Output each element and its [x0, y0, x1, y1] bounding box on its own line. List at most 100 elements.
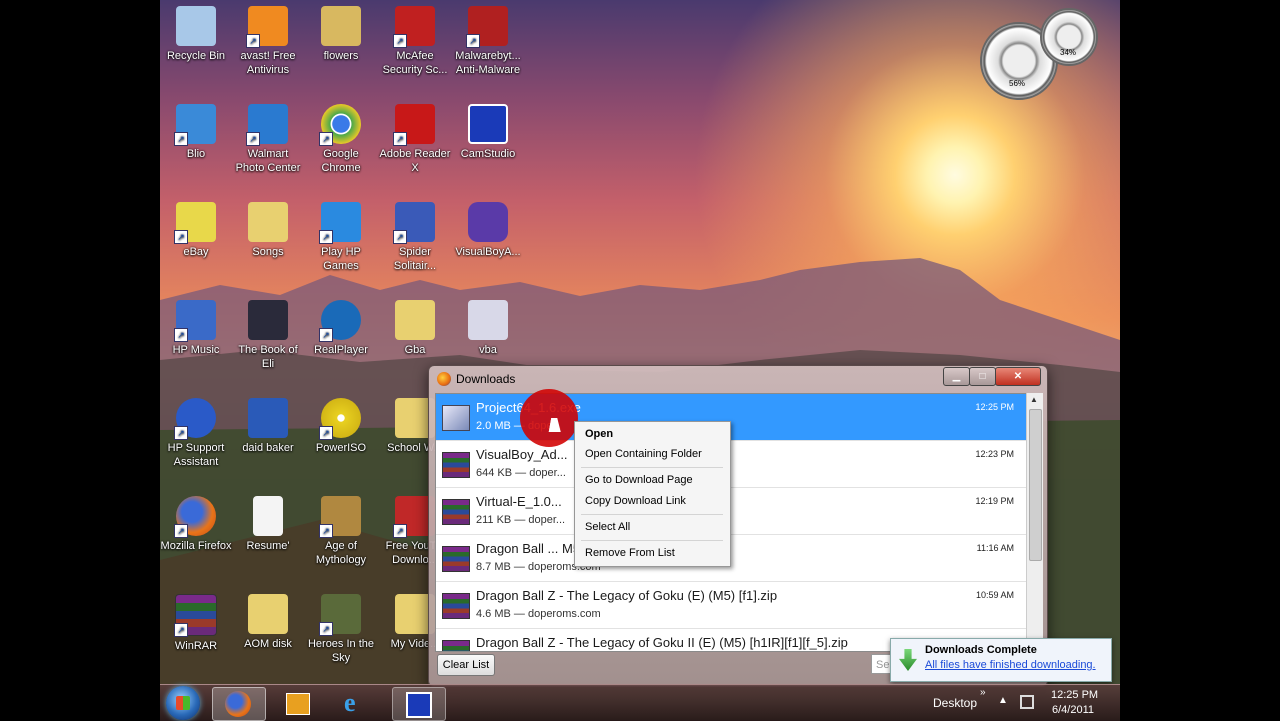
click-highlight [520, 389, 578, 447]
word-document-icon [248, 398, 288, 438]
desktop-icon-blio[interactable]: ↗ Blio [160, 104, 232, 161]
desktop-icon-hp-support[interactable]: ↗ HP Support Assistant [160, 398, 232, 469]
desktop-icon-ebay[interactable]: ↗ eBay [160, 202, 232, 259]
desktop-icon-chrome[interactable]: ↗ Google Chrome [305, 104, 377, 175]
firefox-icon: ↗ [174, 496, 216, 538]
downloads-titlebar[interactable]: Downloads ▁ □ ✕ [429, 366, 1047, 392]
show-hidden-icons-icon[interactable]: ▲ [998, 695, 1008, 706]
rar-icon [442, 640, 470, 651]
adobe-reader-icon: ↗ [393, 104, 435, 146]
desktop-icon-hp-games[interactable]: ↗ Play HP Games [305, 202, 377, 273]
download-item[interactable]: Virtual-E_1.0... 211 KB — doper... 12:19… [436, 488, 1026, 535]
start-button[interactable] [166, 686, 200, 720]
visualboy-icon [468, 202, 508, 242]
menu-separator [581, 540, 723, 541]
taskbar-camstudio[interactable] [392, 687, 446, 721]
folder-icon [248, 594, 288, 634]
malwarebytes-icon: ↗ [466, 6, 508, 48]
desktop-icon-mcafee[interactable]: ↗ McAfee Security Sc... [379, 6, 451, 77]
clock-date[interactable]: 6/4/2011 [1052, 704, 1094, 716]
scroll-thumb[interactable] [1029, 409, 1042, 561]
desktop-icon-book-of-eli[interactable]: The Book of Eli [232, 300, 304, 371]
downloads-complete-notification[interactable]: Downloads Complete All files have finish… [890, 638, 1112, 682]
desktop-icon-avast[interactable]: ↗ avast! Free Antivirus [232, 6, 304, 77]
menu-item-go-to-download-page[interactable]: Go to Download Page [585, 474, 693, 486]
menu-item-select-all[interactable]: Select All [585, 521, 630, 533]
desktop-icon-songs[interactable]: Songs [232, 202, 304, 259]
scroll-up-arrow[interactable]: ▲ [1030, 395, 1038, 404]
notification-link[interactable]: All files have finished downloading. [925, 659, 1096, 671]
menu-item-open[interactable]: Open [585, 428, 613, 440]
video-file-icon [248, 300, 288, 340]
hp-music-icon: ↗ [174, 300, 216, 342]
close-button[interactable]: ✕ [995, 367, 1041, 386]
desktop-icon-heroes-in-the-sky[interactable]: ↗ Heroes In the Sky [305, 594, 377, 665]
cpu-meter-gadget[interactable]: 56% 34% [980, 6, 1098, 100]
camstudio-icon [406, 692, 432, 718]
desktop-toolbar-label[interactable]: Desktop [933, 696, 977, 710]
desktop-icon-hp-music[interactable]: ↗ HP Music [160, 300, 232, 357]
desktop-icon-daid-baker[interactable]: daid baker [232, 398, 304, 455]
desktop-icon-flowers[interactable]: flowers [305, 6, 377, 63]
download-item[interactable]: VisualBoy_Ad... 644 KB — doper... 12:23 … [436, 441, 1026, 488]
desktop-icon-vba[interactable]: vba [452, 300, 524, 357]
desktop-icon-recycle-bin[interactable]: Recycle Bin [160, 6, 232, 63]
desktop-icon-aom-disk[interactable]: AOM disk [232, 594, 304, 651]
desktop-icon-winrar[interactable]: ↗ WinRAR [160, 594, 232, 653]
taskbar-internet-explorer[interactable]: e [332, 687, 384, 719]
chrome-icon: ↗ [319, 104, 361, 146]
menu-separator [581, 467, 723, 468]
vertical-scrollbar[interactable]: ▲ [1026, 393, 1043, 650]
menu-separator [581, 514, 723, 515]
taskbar: e Desktop » ▲ 12:25 PM 6/4/2011 [160, 684, 1120, 721]
firefox-icon [225, 691, 251, 717]
download-item[interactable]: Dragon Ball Z - The Legacy of Goku (E) (… [436, 582, 1026, 629]
network-icon[interactable] [1020, 695, 1034, 709]
desktop-icon-visualboy[interactable]: VisualBoyA... [452, 202, 524, 259]
exe-icon [442, 405, 470, 431]
desktop-icon-realplayer[interactable]: ↗ RealPlayer [305, 300, 377, 357]
toolbar-expand-icon[interactable]: » [980, 687, 986, 698]
heroes-in-the-sky-icon: ↗ [319, 594, 361, 636]
menu-item-remove-from-list[interactable]: Remove From List [585, 547, 675, 559]
camstudio-icon [468, 104, 508, 144]
taskbar-firefox[interactable] [212, 687, 266, 721]
hp-support-icon: ↗ [174, 398, 216, 440]
mouse-cursor-icon [548, 418, 564, 432]
desktop-icon-adobe-reader[interactable]: ↗ Adobe Reader X [379, 104, 451, 175]
folder-icon [321, 6, 361, 46]
maximize-button[interactable]: □ [969, 367, 996, 386]
desktop-icon-firefox[interactable]: ↗ Mozilla Firefox [160, 496, 232, 553]
minimize-button[interactable]: ▁ [943, 367, 970, 386]
clock-time[interactable]: 12:25 PM [1051, 689, 1098, 701]
recycle-bin-icon [176, 6, 216, 46]
memory-gauge: 34% [1040, 8, 1098, 66]
context-menu[interactable]: Open Open Containing Folder Go to Downlo… [574, 421, 731, 567]
document-icon [253, 496, 283, 536]
poweriso-icon: ↗ [319, 398, 361, 440]
menu-item-open-containing-folder[interactable]: Open Containing Folder [585, 448, 702, 460]
desktop-icon-age-of-mythology[interactable]: ↗ Age of Mythology [305, 496, 377, 567]
desktop-icon-poweriso[interactable]: ↗ PowerISO [305, 398, 377, 455]
folder-icon [395, 300, 435, 340]
download-arrow-icon [899, 649, 917, 671]
media-player-icon [286, 693, 310, 715]
desktop-icon-gba[interactable]: Gba [379, 300, 451, 357]
desktop-icon-walmart[interactable]: ↗ Walmart Photo Center [232, 104, 304, 175]
clear-list-button[interactable]: Clear List [437, 654, 495, 676]
internet-explorer-icon: e [344, 688, 356, 717]
spider-solitaire-icon: ↗ [393, 202, 435, 244]
winrar-icon: ↗ [174, 594, 217, 637]
desktop-icon-malwarebytes[interactable]: ↗ Malwarebyt... Anti-Malware [452, 6, 524, 77]
age-of-mythology-icon: ↗ [319, 496, 361, 538]
taskbar-media-player[interactable] [272, 687, 324, 719]
download-item[interactable]: Dragon Ball ... M5).zip 8.7 MB — doperom… [436, 535, 1026, 582]
desktop-icon-camstudio[interactable]: CamStudio [452, 104, 524, 161]
walmart-icon: ↗ [246, 104, 288, 146]
desktop-icon-resume[interactable]: Resume' [232, 496, 304, 553]
config-file-icon [468, 300, 508, 340]
menu-item-copy-download-link[interactable]: Copy Download Link [585, 495, 686, 507]
windows-logo-icon [176, 696, 190, 710]
desktop-icon-spider-solitaire[interactable]: ↗ Spider Solitair... [379, 202, 451, 273]
rar-icon [442, 452, 470, 478]
